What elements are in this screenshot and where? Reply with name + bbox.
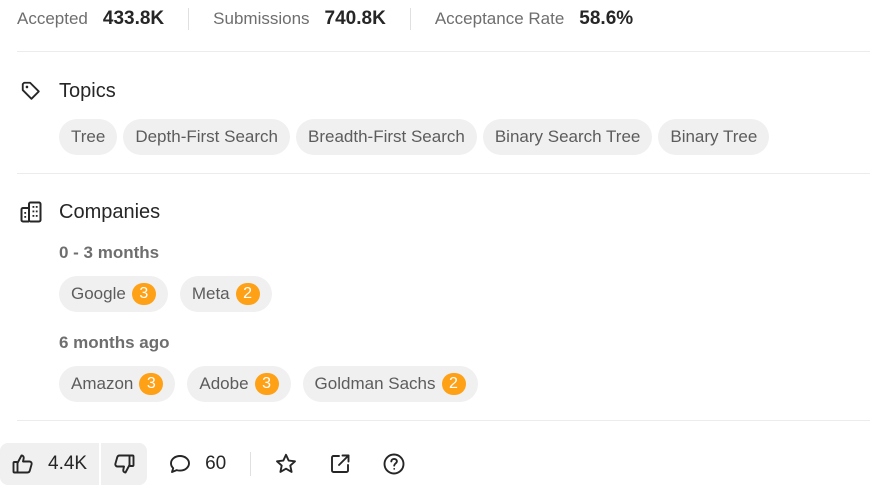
frequency-badge: 3 bbox=[254, 373, 279, 395]
companies-header[interactable]: Companies bbox=[19, 197, 160, 227]
topic-tag[interactable]: Binary Tree bbox=[658, 119, 770, 155]
stat-divider bbox=[188, 8, 190, 30]
stat-divider bbox=[409, 8, 411, 30]
like-count: 4.4K bbox=[48, 453, 88, 474]
company-tag-adobe[interactable]: Adobe 3 bbox=[187, 366, 291, 402]
accepted-label: Accepted bbox=[17, 9, 88, 28]
topics-header[interactable]: Topics bbox=[19, 76, 116, 106]
topics-title: Topics bbox=[59, 79, 116, 102]
topic-tag[interactable]: Binary Search Tree bbox=[482, 119, 653, 155]
favorite-button[interactable] bbox=[273, 443, 299, 485]
company-tag-goldman-sachs[interactable]: Goldman Sachs 2 bbox=[302, 366, 478, 402]
topic-tag[interactable]: Tree bbox=[59, 119, 118, 155]
topic-tag[interactable]: Depth-First Search bbox=[123, 119, 290, 155]
company-tag-meta[interactable]: Meta 2 bbox=[179, 276, 272, 312]
submissions-value: 740.8K bbox=[324, 8, 386, 29]
company-tag-amazon[interactable]: Amazon 3 bbox=[59, 366, 176, 402]
stat-submissions: Submissions 740.8K bbox=[213, 4, 386, 34]
company-name: Adobe bbox=[199, 374, 249, 393]
submissions-label: Submissions bbox=[213, 9, 310, 28]
section-divider bbox=[17, 420, 870, 421]
company-name: Goldman Sachs bbox=[314, 374, 436, 393]
stat-accepted: Accepted 433.8K bbox=[17, 4, 164, 34]
topic-tags: Tree Depth-First Search Breadth-First Se… bbox=[59, 119, 770, 155]
company-name: Meta bbox=[191, 284, 230, 303]
acceptance-rate-label: Acceptance Rate bbox=[434, 9, 565, 28]
frequency-badge: 2 bbox=[235, 283, 260, 305]
company-tags-recent: Google 3 Meta 2 bbox=[59, 276, 272, 312]
help-button[interactable] bbox=[381, 443, 407, 485]
share-icon bbox=[327, 451, 353, 477]
problem-info-panel: Accepted 433.8K Submissions 740.8K Accep… bbox=[0, 0, 870, 486]
frequency-badge: 3 bbox=[131, 283, 156, 305]
topic-tag[interactable]: Breadth-First Search bbox=[296, 119, 477, 155]
accepted-value: 433.8K bbox=[102, 8, 165, 29]
company-name: Amazon bbox=[71, 374, 134, 393]
companies-title: Companies bbox=[59, 200, 161, 223]
vote-group: 4.4K bbox=[0, 443, 148, 485]
stats-row: Accepted 433.8K Submissions 740.8K Accep… bbox=[17, 4, 633, 34]
downvote-button[interactable] bbox=[101, 443, 147, 485]
comment-count: 60 bbox=[205, 453, 227, 474]
action-toolbar: 4.4K 60 bbox=[0, 443, 407, 485]
toolbar-divider bbox=[250, 452, 252, 476]
company-tags-older: Amazon 3 Adobe 3 Goldman Sachs 2 bbox=[59, 366, 478, 402]
company-name: Google bbox=[71, 284, 126, 303]
star-icon bbox=[273, 451, 299, 477]
company-group-label: 6 months ago bbox=[59, 333, 170, 352]
frequency-badge: 2 bbox=[441, 373, 466, 395]
share-button[interactable] bbox=[327, 443, 353, 485]
comment-icon bbox=[167, 451, 193, 477]
help-icon bbox=[381, 451, 407, 477]
company-group-label: 0 - 3 months bbox=[59, 243, 160, 262]
upvote-button[interactable]: 4.4K bbox=[0, 443, 99, 485]
thumbs-down-icon bbox=[111, 451, 137, 477]
tag-icon bbox=[19, 79, 43, 103]
frequency-badge: 3 bbox=[139, 373, 164, 395]
section-divider bbox=[17, 51, 870, 52]
comments-button[interactable]: 60 bbox=[167, 443, 226, 485]
section-divider bbox=[17, 173, 870, 174]
company-tag-google[interactable]: Google 3 bbox=[59, 276, 168, 312]
acceptance-rate-value: 58.6% bbox=[579, 8, 634, 29]
thumbs-up-icon bbox=[10, 451, 36, 477]
stat-acceptance-rate: Acceptance Rate 58.6% bbox=[435, 4, 633, 34]
building-icon bbox=[19, 200, 43, 224]
